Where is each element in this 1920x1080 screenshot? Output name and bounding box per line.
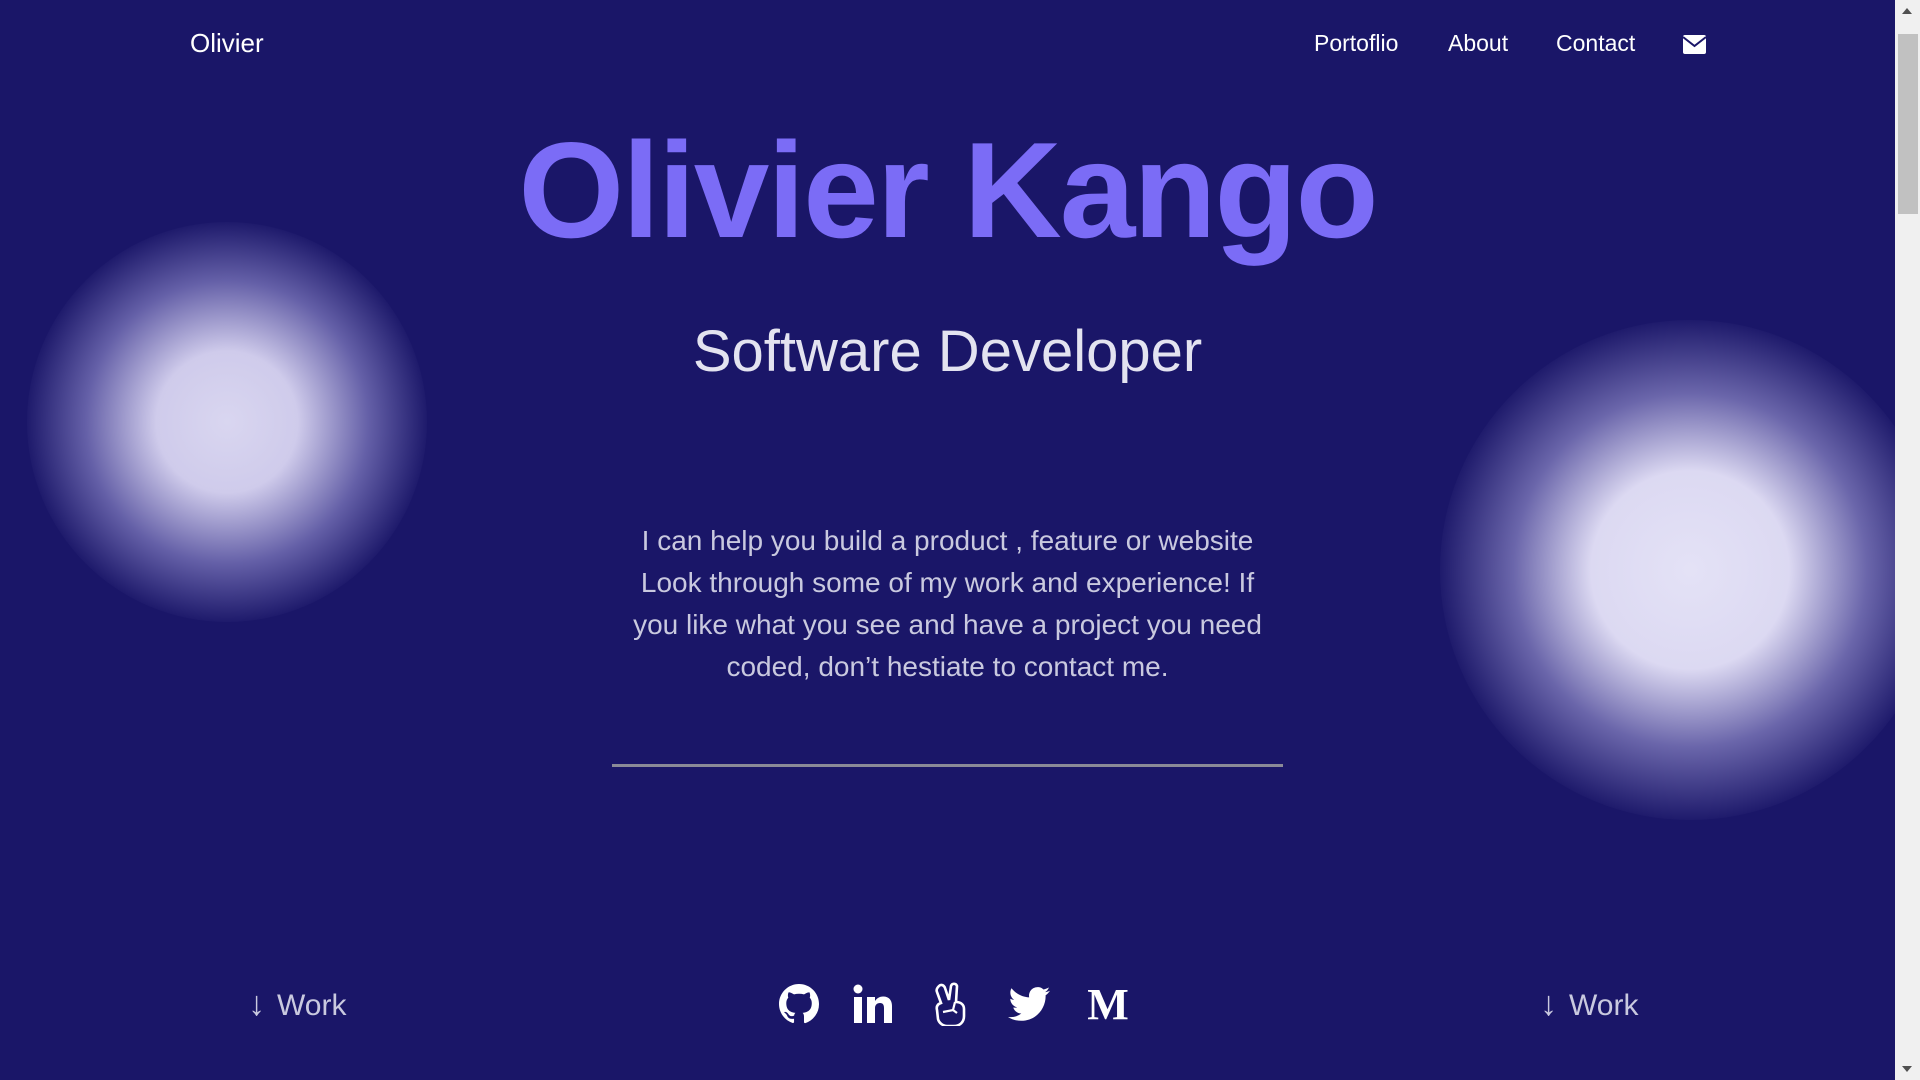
linkedin-icon[interactable] [852,982,896,1026]
glow-blob-right [1440,320,1895,820]
nav-contact[interactable]: Contact [1556,30,1635,57]
medium-icon[interactable]: M [1086,980,1130,1029]
page: Olivier Portoflio About Contact Olivier … [0,0,1895,1080]
scroll-up-icon[interactable] [1902,8,1912,14]
description-line: I can help you build a product , feature… [641,525,1254,556]
logo[interactable]: Olivier [190,28,264,59]
twitter-icon[interactable] [1007,982,1051,1026]
hero-description: I can help you build a product , feature… [600,520,1295,688]
scroll-down-icon[interactable] [1902,1066,1912,1072]
divider [612,764,1283,767]
work-label: Work [277,989,347,1022]
nav-about[interactable]: About [1448,30,1508,57]
work-link-left[interactable]: ↓ Work [248,985,346,1024]
description-line: you like what you see and have a project… [633,609,1262,640]
description-line: coded, don’t hestiate to contact me. [726,651,1169,682]
work-link-right[interactable]: ↓ Work [1540,985,1638,1024]
arrow-down-icon: ↓ [1540,985,1557,1023]
arrow-down-icon: ↓ [248,985,265,1023]
description-line: Look through some of my work and experie… [640,567,1255,598]
work-label: Work [1569,989,1639,1022]
hero-role: Software Developer [692,319,1203,384]
envelope-icon[interactable] [1683,35,1706,54]
nav-portfolio[interactable]: Portoflio [1314,30,1398,57]
peace-hand-icon[interactable] [929,982,973,1026]
github-icon[interactable] [777,982,821,1026]
hero-name: Olivier Kango [518,114,1378,266]
glow-blob-left [27,222,427,622]
scrollbar-thumb[interactable] [1898,34,1918,214]
scrollbar[interactable] [1895,0,1920,1080]
